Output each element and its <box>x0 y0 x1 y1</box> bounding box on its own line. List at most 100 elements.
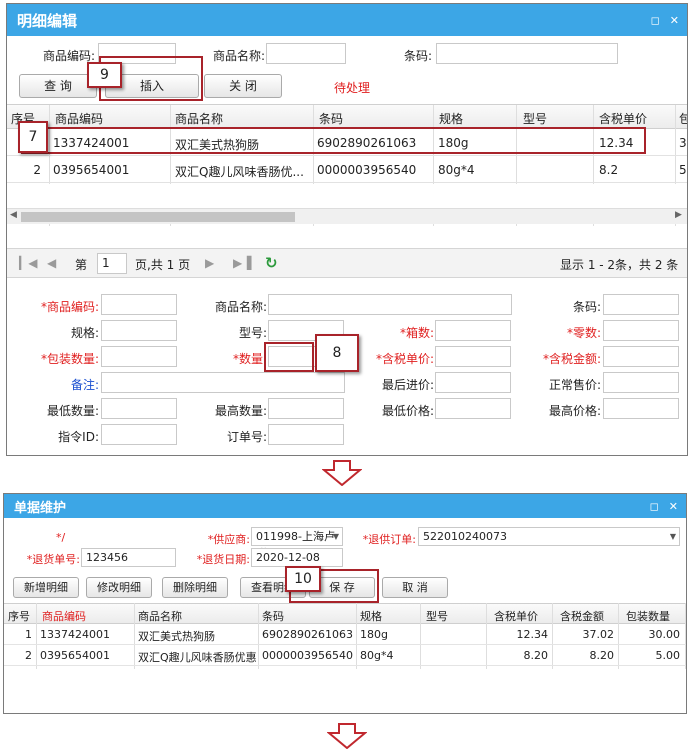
grid-body-blank <box>7 184 687 210</box>
row-barcode: 0000003956540 <box>262 649 353 662</box>
delete-detail-button[interactable]: 删除明细 <box>162 577 228 598</box>
search-barcode-label: 条码: <box>403 49 432 63</box>
window-title: 单据维护 <box>14 500 67 516</box>
query-button[interactable]: 查 询 <box>19 74 97 98</box>
form-min-qty-label: 最低数量: <box>46 404 99 418</box>
window-title: 明细编辑 <box>17 11 78 30</box>
scrollbar-thumb[interactable] <box>21 212 295 222</box>
search-name-label: 商品名称: <box>212 49 265 63</box>
form-max-qty-input[interactable] <box>268 398 344 419</box>
row-no: 2 <box>25 649 32 662</box>
form-last-price-input[interactable] <box>435 372 511 393</box>
close-icon[interactable]: ✕ <box>670 15 679 26</box>
row-code: 0395654001 <box>40 649 110 662</box>
form-tax-price-label: *含税单价: <box>375 352 434 366</box>
return-order-select[interactable]: 522010240073 ▼ <box>418 527 680 546</box>
row-pack: 30.00 <box>648 628 681 641</box>
callout-10: 10 <box>285 566 321 592</box>
bottom-grid: 序号 商品编码 商品名称 条码 规格 型号 含税单价 含税金额 包装数量 1 1… <box>4 603 686 669</box>
chevron-down-icon[interactable]: ▼ <box>670 528 676 545</box>
row-barcode: 0000003956540 <box>317 163 417 177</box>
row-code: 0395654001 <box>53 163 130 177</box>
return-order-value: 522010240073 <box>423 530 507 543</box>
form-normal-price-input[interactable] <box>603 372 679 393</box>
row-code: 1337424001 <box>40 628 110 641</box>
return-no-input[interactable]: 123456 <box>81 548 176 567</box>
pager-summary: 显示 1 - 2条，共 2 条 <box>560 258 679 272</box>
col-price: 含税单价 <box>494 610 538 623</box>
row-highlight-frame <box>21 127 646 154</box>
form-name-input[interactable] <box>268 294 512 315</box>
last-page-icon[interactable]: ▶▐ <box>233 256 251 270</box>
prev-page-icon[interactable]: ◀ <box>47 256 56 270</box>
form-max-price-label: 最高价格: <box>548 404 601 418</box>
form-tax-price-input[interactable] <box>435 346 511 367</box>
edit-detail-button[interactable]: 修改明细 <box>86 577 152 598</box>
form-spec-label: 规格: <box>70 326 99 340</box>
form-name-label: 商品名称: <box>214 300 267 314</box>
first-page-icon[interactable]: ▎◀ <box>19 256 37 270</box>
form-last-price-label: 最后进价: <box>381 378 434 392</box>
col-model: 型号 <box>426 610 448 623</box>
scroll-right-icon[interactable]: ▶ <box>675 210 682 220</box>
maximize-icon[interactable]: ◻ <box>650 501 659 512</box>
table-row[interactable]: 2 0395654001 双汇Q趣儿风味香肠优... 0000003956540… <box>7 157 687 183</box>
down-arrow-icon <box>322 460 362 486</box>
row-spec: 180g <box>360 628 388 641</box>
supplier-select[interactable]: 011998-上海卢附 ▼ <box>251 527 343 560</box>
form-max-price-input[interactable] <box>603 398 679 419</box>
form-box-qty-input[interactable] <box>435 320 511 341</box>
row-name: 双汇Q趣儿风味香肠优惠... <box>138 651 256 664</box>
col-name: 商品名称 <box>138 610 182 623</box>
form-remark-input[interactable] <box>101 372 345 393</box>
next-page-icon[interactable]: ▶ <box>205 256 214 270</box>
down-arrow-icon <box>327 723 367 749</box>
detail-edit-titlebar: 明细编辑 ◻ ✕ <box>7 4 687 36</box>
scroll-left-icon[interactable]: ◀ <box>10 210 17 220</box>
form-loose-qty-input[interactable] <box>603 320 679 341</box>
col-barcode: 条码 <box>319 112 344 126</box>
col-barcode: 条码 <box>262 610 284 623</box>
row-price: 12.34 <box>516 628 549 641</box>
search-barcode-input[interactable] <box>436 43 618 64</box>
close-icon[interactable]: ✕ <box>669 501 678 512</box>
close-button[interactable]: 关 闭 <box>204 74 282 98</box>
form-cmd-id-input[interactable] <box>101 424 177 445</box>
form-tax-amount-input[interactable] <box>603 346 679 367</box>
table-row[interactable]: 2 0395654001 双汇Q趣儿风味香肠优惠... 000000395654… <box>4 646 686 666</box>
row-amount: 8.20 <box>589 649 615 662</box>
form-code-input[interactable] <box>101 294 177 315</box>
form-remark-label: 备注: <box>70 378 99 392</box>
detail-edit-window: 明细编辑 ◻ ✕ 商品编码: 商品名称: 条码: 查 询 插入 关 闭 待处理 … <box>6 3 688 456</box>
col-spec: 规格 <box>439 112 464 126</box>
form-min-price-label: 最低价格: <box>381 404 434 418</box>
row-extra: 5 <box>679 163 687 177</box>
add-detail-button[interactable]: 新增明细 <box>13 577 79 598</box>
col-code: 商品编码 <box>55 112 104 126</box>
form-barcode-input[interactable] <box>603 294 679 315</box>
search-name-input[interactable] <box>266 43 346 64</box>
maximize-icon[interactable]: ◻ <box>651 15 660 26</box>
form-spec-input[interactable] <box>101 320 177 341</box>
form-order-no-input[interactable] <box>268 424 344 445</box>
chevron-down-icon[interactable]: ▼ <box>333 528 339 545</box>
search-code-label: 商品编码: <box>42 49 95 63</box>
horizontal-scrollbar[interactable]: ◀ ▶ <box>7 208 687 224</box>
form-pack-qty-input[interactable] <box>101 346 177 367</box>
callout-7: 7 <box>18 121 48 153</box>
supplier-label: *供应商: <box>207 533 250 546</box>
form-pack-qty-label: *包装数量: <box>40 352 99 366</box>
form-min-price-input[interactable] <box>435 398 511 419</box>
form-min-qty-input[interactable] <box>101 398 177 419</box>
table-row[interactable]: 1 1337424001 双汇美式热狗肠 6902890261063 180g … <box>4 625 686 645</box>
col-code: 商品编码 <box>42 610 86 623</box>
form-barcode-label: 条码: <box>572 300 601 314</box>
page-input[interactable]: 1 <box>97 253 127 274</box>
col-name: 商品名称 <box>175 112 224 126</box>
return-date-input[interactable]: 2020-12-08 <box>251 548 343 567</box>
refresh-icon[interactable]: ↻ <box>265 254 278 272</box>
doc-maintain-titlebar: 单据维护 ◻ ✕ <box>4 494 686 518</box>
callout-9: 9 <box>87 62 122 88</box>
cancel-button[interactable]: 取 消 <box>382 577 448 598</box>
qty-highlight-frame <box>264 342 314 372</box>
